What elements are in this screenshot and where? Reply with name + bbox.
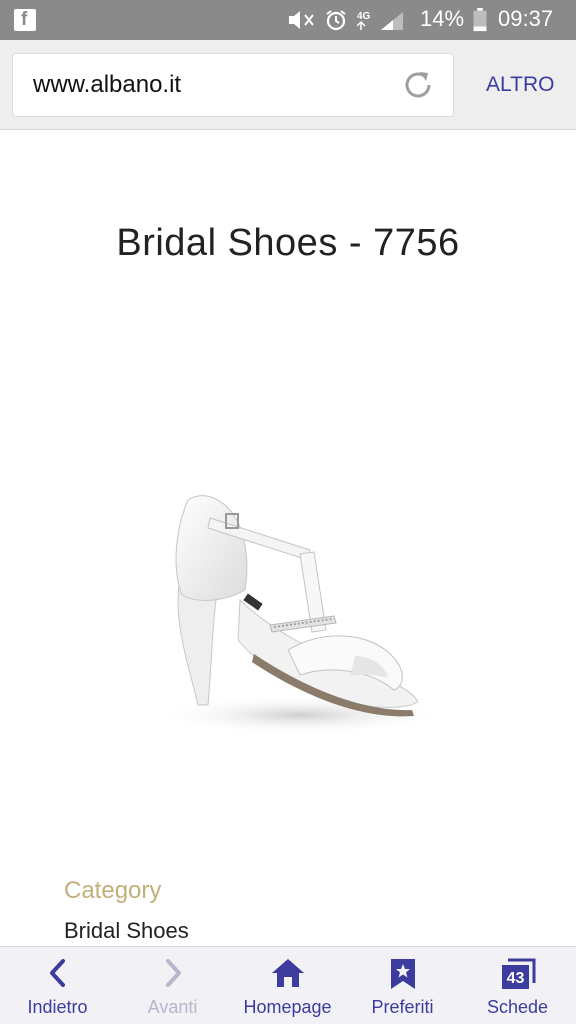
network-type-label: 4G (357, 11, 371, 22)
back-label: Indietro (27, 997, 88, 1017)
url-text[interactable]: www.albano.it (33, 71, 181, 99)
homepage-label: Homepage (243, 997, 332, 1017)
tab-count: 43 (506, 970, 524, 987)
tabs-icon: 43 (501, 958, 535, 989)
clock: 09:37 (498, 6, 554, 31)
bookmark-icon (390, 959, 415, 989)
forward-button[interactable]: Avanti (115, 947, 230, 1025)
4g-signal-icon: 4G (357, 11, 403, 30)
more-menu-button[interactable]: ALTRO (486, 73, 554, 97)
tabs-label: Schede (486, 997, 549, 1017)
page-title: Bridal Shoes - 7756 (116, 222, 460, 264)
shoe-product-image (155, 495, 445, 735)
browser-toolbar: www.albano.it ALTRO (0, 40, 576, 130)
homepage-button[interactable]: Homepage (230, 947, 345, 1025)
home-icon (271, 959, 304, 987)
back-icon (49, 959, 65, 987)
tabs-button[interactable]: 43 Schede (460, 947, 575, 1025)
browser-bottom-nav: Indietro Avanti Homepage Preferiti 43 Sc… (0, 946, 576, 1024)
battery-icon (473, 8, 487, 32)
forward-label: Avanti (147, 997, 198, 1017)
status-bar: f 4G 14% 09:37 (0, 0, 576, 40)
alarm-icon (326, 10, 346, 31)
category-label: Category (64, 877, 162, 904)
url-bar[interactable]: www.albano.it (12, 53, 454, 117)
bookmarks-button[interactable]: Preferiti (345, 947, 460, 1025)
back-button[interactable]: Indietro (0, 947, 115, 1025)
forward-icon (165, 959, 181, 987)
bookmarks-label: Preferiti (371, 997, 434, 1017)
battery-percent: 14% (420, 6, 465, 31)
facebook-icon: f (14, 9, 36, 31)
reload-icon[interactable] (401, 68, 435, 102)
mute-icon (289, 11, 314, 29)
category-value[interactable]: Bridal Shoes (64, 918, 189, 944)
